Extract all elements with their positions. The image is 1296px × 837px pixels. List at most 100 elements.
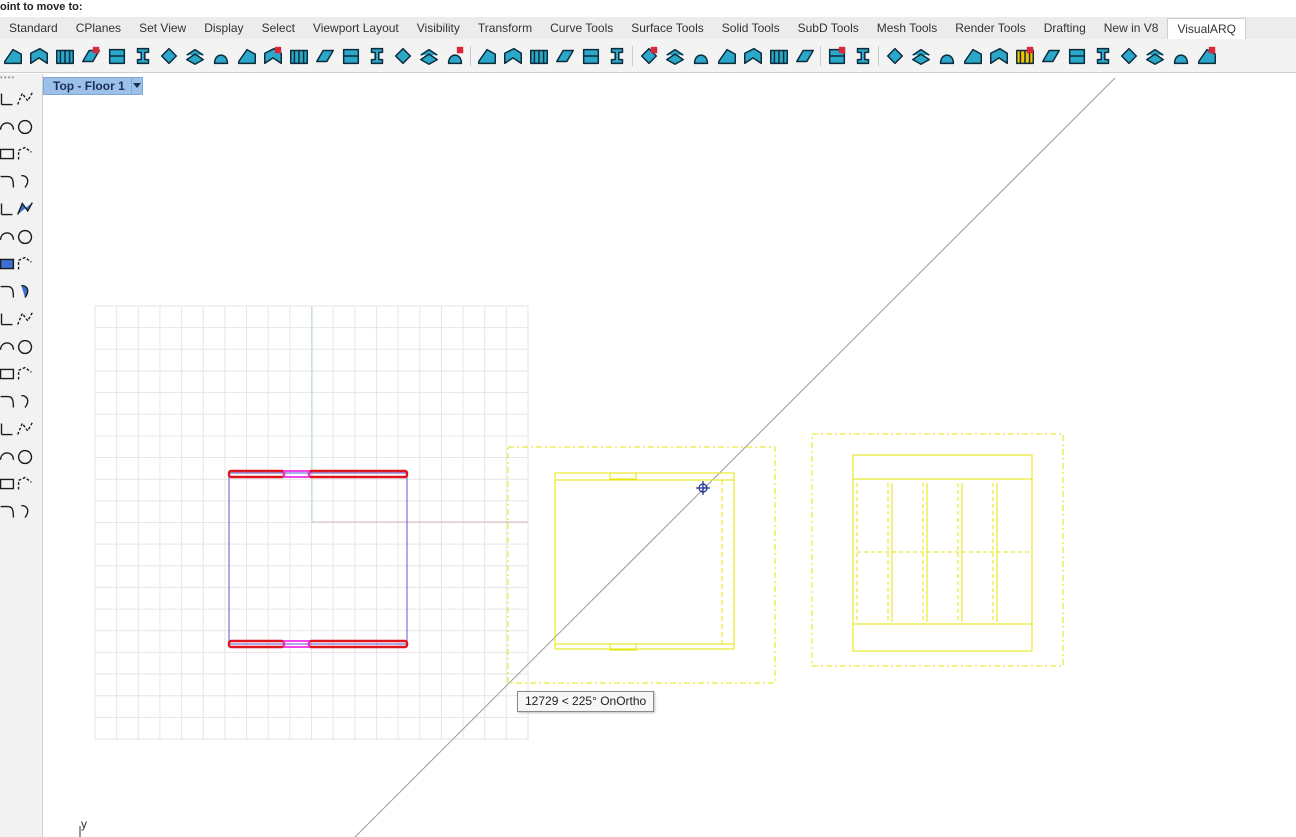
table-icon[interactable] bbox=[1012, 43, 1038, 69]
slab-icon[interactable] bbox=[182, 43, 208, 69]
door-opening bbox=[283, 470, 310, 478]
tag-icon[interactable] bbox=[1038, 43, 1064, 69]
properties-icon[interactable] bbox=[14, 418, 36, 442]
tab-select[interactable]: Select bbox=[253, 18, 304, 39]
rotate-icon[interactable] bbox=[14, 308, 36, 332]
tab-subd-tools[interactable]: SubD Tools bbox=[789, 18, 868, 39]
dimension-icon[interactable] bbox=[1116, 43, 1142, 69]
array-icon[interactable] bbox=[14, 363, 36, 387]
column-icon[interactable] bbox=[156, 43, 182, 69]
space-area-icon[interactable] bbox=[986, 43, 1012, 69]
revolve-icon[interactable] bbox=[14, 171, 36, 195]
curve-edit-icon[interactable] bbox=[14, 143, 36, 167]
toolbar-separator bbox=[818, 43, 824, 69]
plan-room bbox=[554, 472, 735, 650]
opening-icon[interactable] bbox=[364, 43, 390, 69]
roof-icon[interactable] bbox=[78, 43, 104, 69]
polyline-icon[interactable] bbox=[14, 88, 36, 112]
tab-surface-tools[interactable]: Surface Tools bbox=[622, 18, 713, 39]
more-icon[interactable] bbox=[1194, 43, 1220, 69]
plan-view-boundary bbox=[507, 446, 776, 684]
railing-icon[interactable] bbox=[442, 43, 468, 69]
room-outline bbox=[228, 472, 408, 645]
viewport-title: Top - Floor 1 bbox=[53, 79, 125, 93]
cylinder-icon[interactable] bbox=[14, 473, 36, 497]
stair-icon[interactable] bbox=[390, 43, 416, 69]
roof-gable-icon[interactable] bbox=[662, 43, 688, 69]
wall-icon[interactable] bbox=[0, 43, 26, 69]
tab-cplanes[interactable]: CPlanes bbox=[67, 18, 130, 39]
roof-curve-icon[interactable] bbox=[792, 43, 818, 69]
viewport-top-floor-1[interactable]: Top - Floor 1 12729 < 225° OnOrtho y bbox=[43, 74, 1296, 837]
toolbar-grip[interactable]: •••• bbox=[0, 74, 42, 82]
tab-visibility[interactable]: Visibility bbox=[408, 18, 469, 39]
tab-mesh-tools[interactable]: Mesh Tools bbox=[868, 18, 946, 39]
viewport-tab[interactable]: Top - Floor 1 bbox=[43, 77, 143, 95]
level-down-icon[interactable] bbox=[552, 43, 578, 69]
elevation-icon[interactable] bbox=[1090, 43, 1116, 69]
tab-viewport-layout[interactable]: Viewport Layout bbox=[304, 18, 408, 39]
ortho-tooltip: 12729 < 225° OnOrtho bbox=[517, 691, 655, 712]
slab-edit-icon[interactable] bbox=[208, 43, 234, 69]
door-icon[interactable] bbox=[312, 43, 338, 69]
wall-selected bbox=[227, 469, 286, 479]
plan-door bbox=[609, 472, 637, 480]
viewport-canvas[interactable] bbox=[43, 74, 1296, 837]
beam-icon[interactable] bbox=[130, 43, 156, 69]
chevron-down-icon[interactable] bbox=[131, 78, 142, 94]
left-toolbar: •••• bbox=[0, 74, 43, 837]
sphere-icon[interactable] bbox=[14, 198, 36, 222]
element-icon[interactable] bbox=[850, 43, 876, 69]
tab-visualarq[interactable]: VisualARQ bbox=[1167, 18, 1246, 39]
space-volume-icon[interactable] bbox=[960, 43, 986, 69]
sphere-array-icon[interactable] bbox=[14, 281, 36, 305]
level-add-icon[interactable] bbox=[578, 43, 604, 69]
space-edit-icon[interactable] bbox=[908, 43, 934, 69]
roof-shed-icon[interactable] bbox=[740, 43, 766, 69]
plan-room bbox=[852, 454, 1033, 652]
tab-solid-tools[interactable]: Solid Tools bbox=[713, 18, 789, 39]
railing-post-icon[interactable] bbox=[474, 43, 500, 69]
furniture-icon[interactable] bbox=[824, 43, 850, 69]
toolbar-separator bbox=[630, 43, 636, 69]
column-icon-2[interactable] bbox=[286, 43, 312, 69]
level-up-icon[interactable] bbox=[526, 43, 552, 69]
toolbar-separator bbox=[876, 43, 882, 69]
roof-line-icon[interactable] bbox=[636, 43, 662, 69]
toolbar-separator bbox=[468, 43, 474, 69]
tab-standard[interactable]: Standard bbox=[0, 18, 67, 39]
level-remove-icon[interactable] bbox=[604, 43, 630, 69]
facade-icon[interactable] bbox=[104, 43, 130, 69]
tab-render-tools[interactable]: Render Tools bbox=[946, 18, 1035, 39]
more-icon[interactable] bbox=[14, 501, 36, 525]
grid-icon[interactable] bbox=[1168, 43, 1194, 69]
tab-new-in-v8[interactable]: New in V8 bbox=[1095, 18, 1168, 39]
space-boundary-icon[interactable] bbox=[934, 43, 960, 69]
stair-curve-icon[interactable] bbox=[416, 43, 442, 69]
patch-icon[interactable] bbox=[14, 226, 36, 250]
section-icon[interactable] bbox=[1064, 43, 1090, 69]
tab-display[interactable]: Display bbox=[195, 18, 252, 39]
structural-beam-icon[interactable] bbox=[260, 43, 286, 69]
toolbar-tab-bar: Standard CPlanes Set View Display Select View… bbox=[0, 17, 1296, 40]
block-icon[interactable] bbox=[14, 391, 36, 415]
scale-icon[interactable] bbox=[14, 336, 36, 360]
tab-curve-tools[interactable]: Curve Tools bbox=[541, 18, 622, 39]
tab-drafting[interactable]: Drafting bbox=[1035, 18, 1095, 39]
split-icon[interactable] bbox=[14, 253, 36, 277]
wall-curve-icon[interactable] bbox=[26, 43, 52, 69]
axis-label-y: y bbox=[81, 817, 87, 831]
window-icon[interactable] bbox=[338, 43, 364, 69]
annotation-icon[interactable] bbox=[1142, 43, 1168, 69]
circle-icon[interactable] bbox=[14, 116, 36, 140]
tab-set-view[interactable]: Set View bbox=[130, 18, 195, 39]
roof-edit-icon[interactable] bbox=[688, 43, 714, 69]
slab-flat-icon[interactable] bbox=[500, 43, 526, 69]
roof-mansard-icon[interactable] bbox=[766, 43, 792, 69]
curtain-wall-icon[interactable] bbox=[52, 43, 78, 69]
wireframe-icon[interactable] bbox=[14, 446, 36, 470]
space-icon[interactable] bbox=[882, 43, 908, 69]
column-profile-icon[interactable] bbox=[234, 43, 260, 69]
tab-transform[interactable]: Transform bbox=[469, 18, 541, 39]
roof-hip-icon[interactable] bbox=[714, 43, 740, 69]
